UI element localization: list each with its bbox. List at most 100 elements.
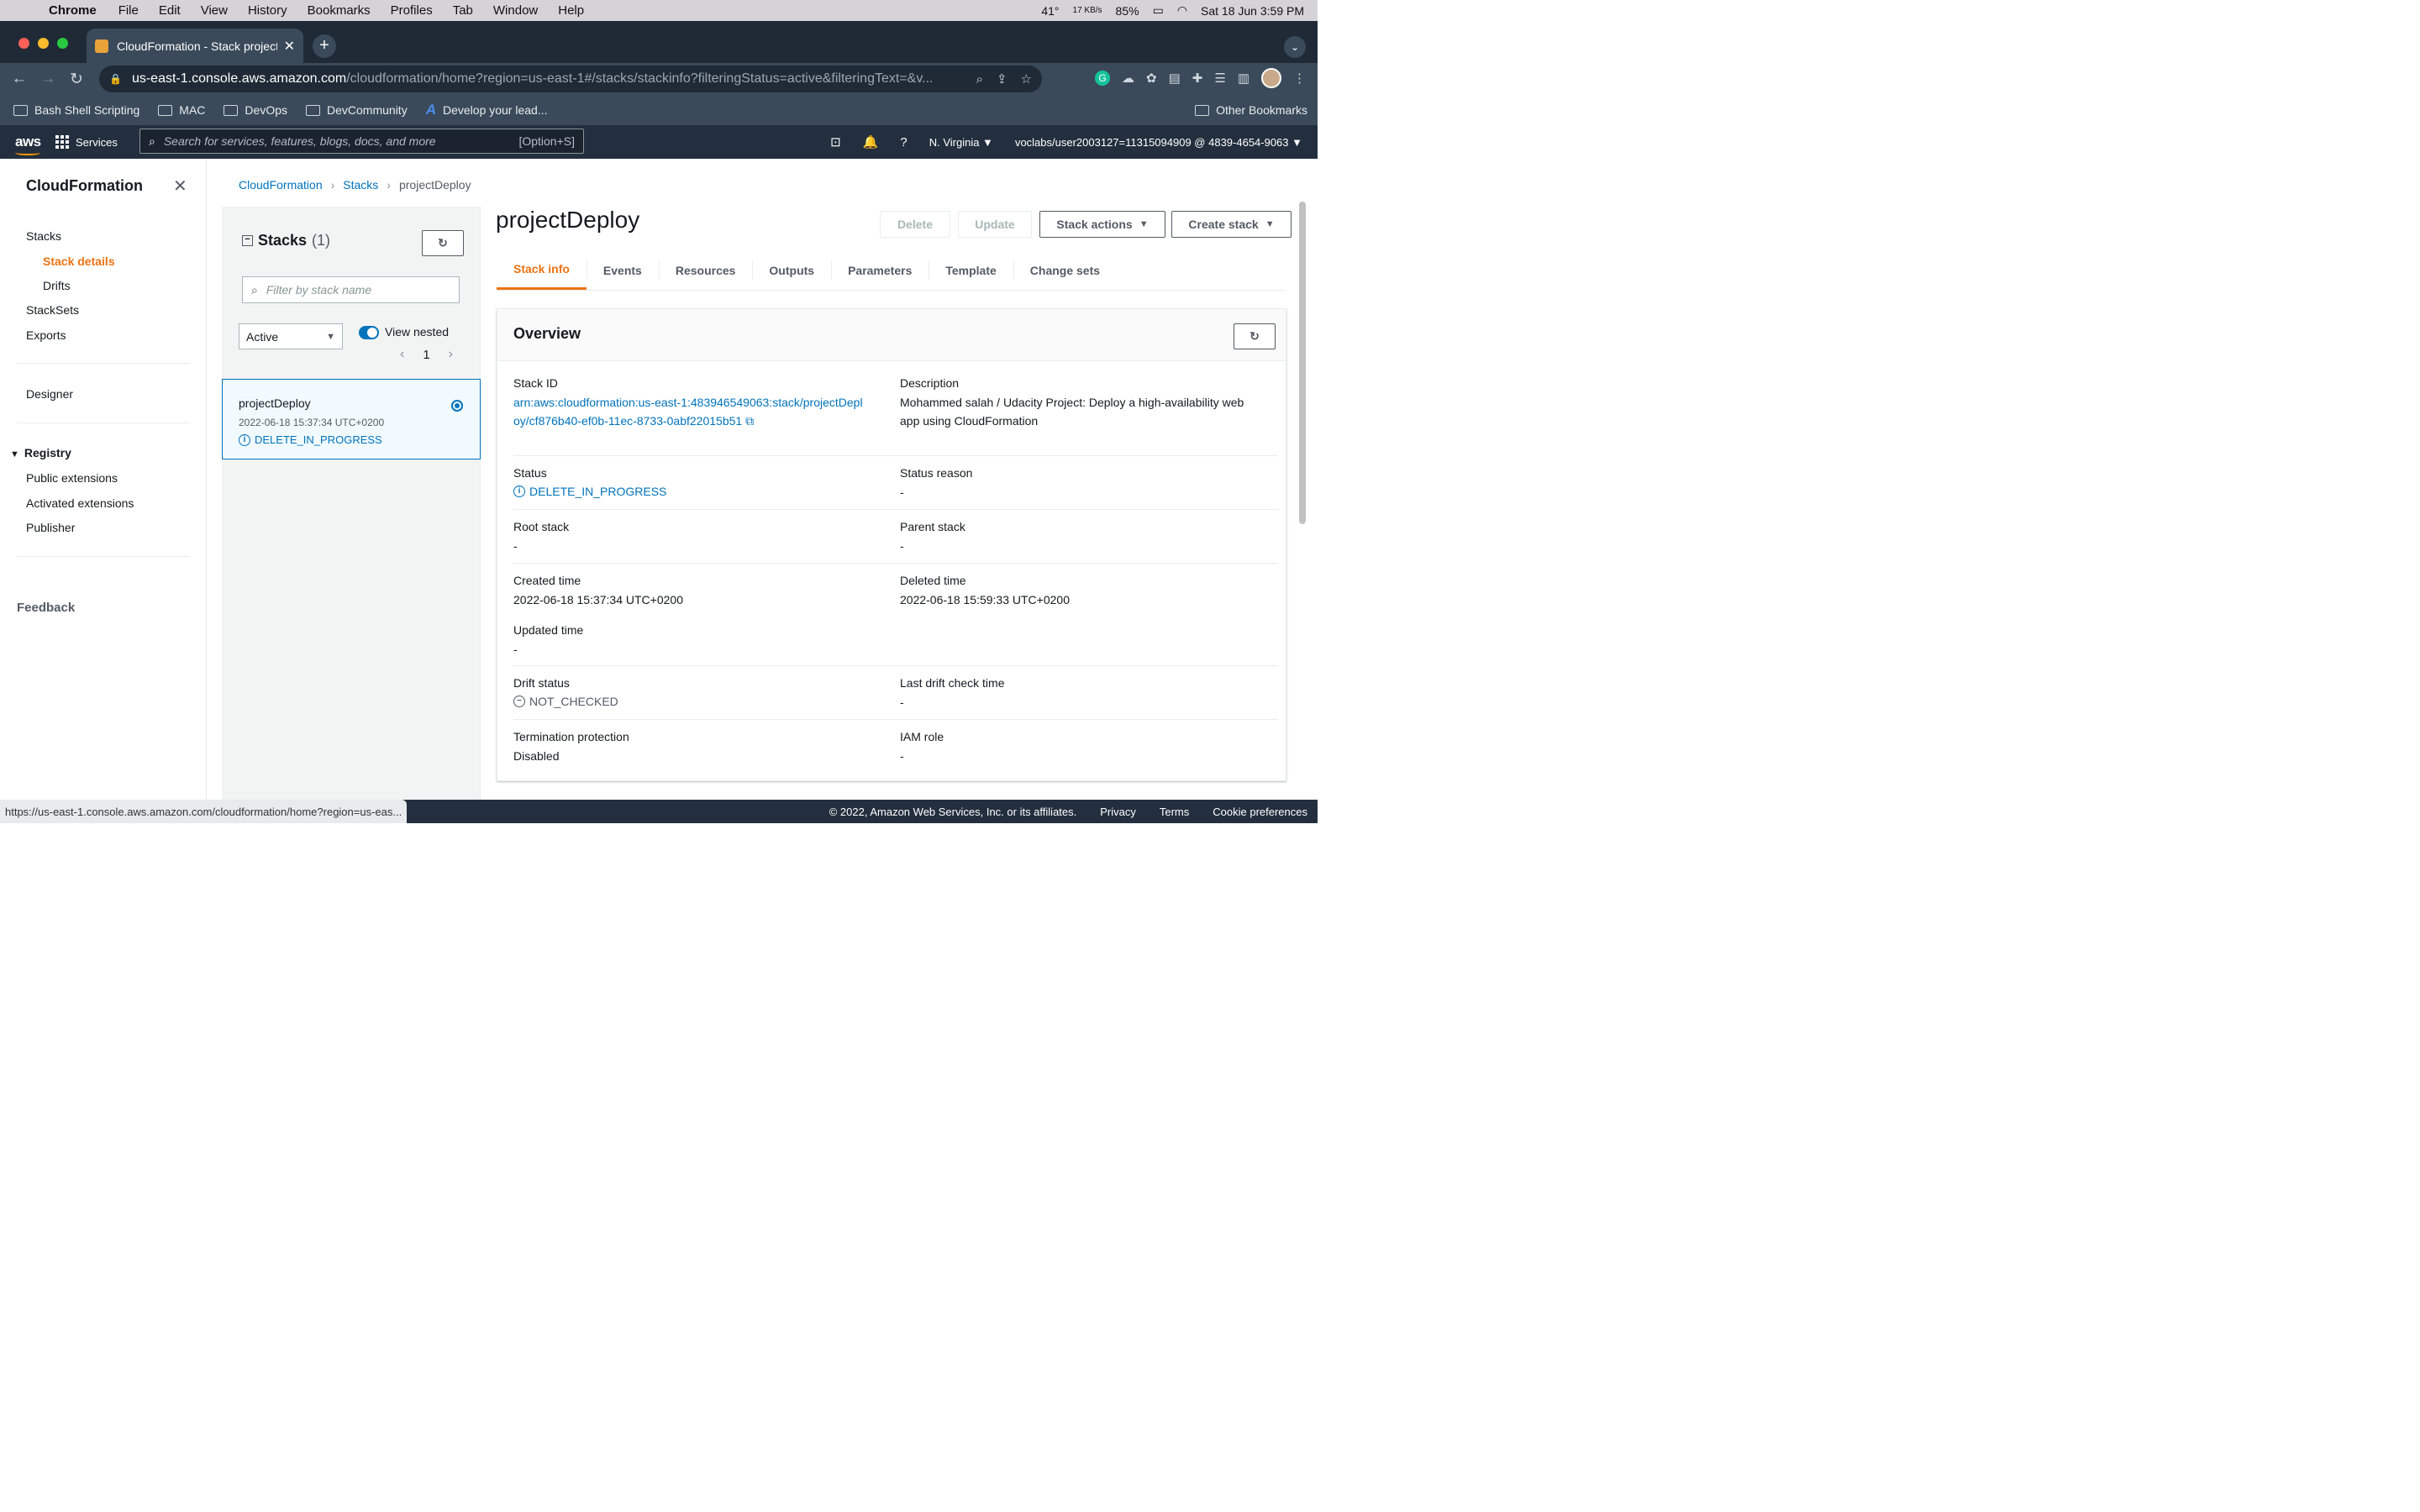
account-menu[interactable]: voclabs/user2003127=11315094909 @ 4839-4… [1015, 136, 1302, 149]
bookmark-devcommunity[interactable]: DevCommunity [306, 103, 408, 117]
extension-paw-icon[interactable]: ✿ [1146, 71, 1157, 86]
tab-stack-info[interactable]: Stack info [497, 250, 587, 290]
chrome-menu-icon[interactable]: ⋮ [1293, 71, 1306, 86]
overview-header: Overview ↻ [497, 309, 1286, 361]
lock-icon[interactable]: 🔒 [109, 73, 122, 85]
stack-actions-button[interactable]: Stack actions ▼ [1039, 211, 1165, 238]
close-icon[interactable]: ✕ [173, 176, 187, 197]
collapse-icon[interactable]: − [242, 235, 253, 246]
bookmark-bash[interactable]: Bash Shell Scripting [13, 103, 139, 117]
breadcrumb-cloudformation[interactable]: CloudFormation [239, 178, 323, 192]
stack-list-item[interactable]: projectDeploy 2022-06-18 15:37:34 UTC+02… [222, 379, 481, 459]
sidebar-item-stack-details[interactable]: Stack details [43, 255, 115, 268]
zoom-window-button[interactable] [57, 38, 68, 49]
tab-events[interactable]: Events [586, 250, 659, 290]
menu-file[interactable]: File [118, 3, 139, 18]
tab-outputs[interactable]: Outputs [752, 250, 831, 290]
stack-id-link[interactable]: arn:aws:cloudformation:us-east-1:4839465… [513, 393, 866, 430]
minimize-window-button[interactable] [38, 38, 49, 49]
stack-radio-selected[interactable] [451, 400, 463, 412]
profile-avatar[interactable] [1261, 68, 1281, 88]
menu-view[interactable]: View [201, 3, 228, 18]
chevron-left-icon[interactable]: ‹ [400, 347, 404, 362]
grid-icon [55, 135, 69, 149]
extension-cloud-icon[interactable]: ☁ [1122, 71, 1134, 86]
region-selector[interactable]: N. Virginia ▼ [929, 136, 993, 149]
new-tab-button[interactable]: + [313, 34, 336, 58]
delete-button[interactable]: Delete [880, 211, 950, 238]
sidebar-item-publisher[interactable]: Publisher [26, 521, 75, 534]
wifi-icon[interactable]: ◠ [1177, 3, 1187, 18]
zoom-icon[interactable]: ⌕ [976, 72, 983, 87]
refresh-overview-button[interactable]: ↻ [1234, 323, 1276, 349]
update-button[interactable]: Update [958, 211, 1032, 238]
tab-template[interactable]: Template [929, 250, 1013, 290]
network-speed[interactable]: 17 KB/s [1073, 6, 1102, 15]
back-arrow-icon[interactable]: ← [5, 70, 34, 88]
forward-arrow-icon[interactable]: → [34, 70, 62, 88]
sidebar-item-stacksets[interactable]: StackSets [26, 303, 79, 317]
bookmark-mac[interactable]: MAC [158, 103, 205, 117]
sidebar-item-stacks[interactable]: Stacks [26, 229, 61, 243]
translate-icon[interactable]: ▤ [1169, 71, 1181, 86]
menu-history[interactable]: History [248, 3, 287, 18]
menu-profiles[interactable]: Profiles [391, 3, 433, 18]
battery-percent[interactable]: 85% [1116, 4, 1139, 18]
notifications-bell-icon[interactable]: 🔔 [863, 134, 879, 150]
menu-app-name[interactable]: Chrome [49, 3, 97, 18]
bookmark-develop[interactable]: A Develop your lead... [426, 102, 548, 118]
menu-tab[interactable]: Tab [453, 3, 473, 18]
sidebar-item-drifts[interactable]: Drifts [43, 279, 71, 292]
tab-parameters[interactable]: Parameters [831, 250, 929, 290]
menu-window[interactable]: Window [493, 3, 538, 18]
updated-time-value: - [513, 643, 518, 656]
bookmark-star-icon[interactable]: ☆ [1021, 71, 1032, 87]
menu-help[interactable]: Help [558, 3, 584, 18]
tab-change-sets[interactable]: Change sets [1013, 250, 1117, 290]
sidebar-item-public-extensions[interactable]: Public extensions [26, 471, 118, 485]
extensions-puzzle-icon[interactable]: ✚ [1192, 71, 1203, 86]
tab-search-button[interactable]: ⌄ [1284, 36, 1306, 58]
chevron-right-icon[interactable]: › [449, 347, 453, 362]
close-tab-icon[interactable]: ✕ [284, 38, 295, 55]
aws-search-input[interactable]: ⌕ Search for services, features, blogs, … [139, 129, 584, 154]
battery-icon[interactable]: ▭ [1153, 3, 1164, 18]
cloudshell-icon[interactable]: ⊡ [830, 134, 841, 150]
cookie-preferences-link[interactable]: Cookie preferences [1213, 806, 1307, 818]
help-icon[interactable]: ? [900, 135, 907, 150]
menu-edit[interactable]: Edit [159, 3, 181, 18]
side-panel-icon[interactable]: ▥ [1238, 71, 1249, 86]
page-number[interactable]: 1 [423, 348, 429, 362]
browser-tab-active[interactable]: CloudFormation - Stack project ✕ [87, 29, 303, 63]
breadcrumb-stacks[interactable]: Stacks [343, 178, 378, 192]
terms-link[interactable]: Terms [1160, 806, 1189, 818]
sidebar-item-activated-extensions[interactable]: Activated extensions [26, 496, 134, 510]
address-bar[interactable]: 🔒 us-east-1.console.aws.amazon.com /clou… [99, 66, 1042, 92]
sidebar-item-designer[interactable]: Designer [26, 387, 73, 401]
view-nested-toggle[interactable] [359, 326, 379, 339]
refresh-stacks-button[interactable]: ↻ [422, 230, 464, 256]
reload-icon[interactable]: ↻ [62, 70, 91, 89]
tab-resources[interactable]: Resources [658, 250, 753, 290]
feedback-link[interactable]: Feedback [17, 601, 75, 615]
temperature-readout[interactable]: 41° [1041, 4, 1059, 18]
close-window-button[interactable] [18, 38, 29, 49]
filter-stack-name-input[interactable]: ⌕ Filter by stack name [242, 276, 460, 303]
datetime[interactable]: Sat 18 Jun 3:59 PM [1201, 4, 1304, 18]
caret-down-icon: ▼ [1139, 219, 1149, 229]
privacy-link[interactable]: Privacy [1100, 806, 1136, 818]
sidebar-item-exports[interactable]: Exports [26, 328, 66, 342]
menu-bookmarks[interactable]: Bookmarks [308, 3, 371, 18]
reading-list-icon[interactable]: ☰ [1214, 71, 1225, 86]
other-bookmarks[interactable]: Other Bookmarks [1195, 103, 1307, 117]
share-icon[interactable]: ⇪ [997, 71, 1007, 87]
sidebar-section-registry[interactable]: ▼ Registry [10, 446, 71, 459]
bookmark-devops[interactable]: DevOps [224, 103, 287, 117]
create-stack-button[interactable]: Create stack ▼ [1171, 211, 1292, 238]
grammarly-icon[interactable]: G [1095, 71, 1111, 86]
aws-logo[interactable]: aws [0, 134, 55, 155]
status-filter-select[interactable]: Active ▼ [239, 323, 343, 349]
services-menu[interactable]: Services [55, 135, 126, 149]
browser-toolbar: ← → ↻ 🔒 us-east-1.console.aws.amazon.com… [0, 63, 1318, 95]
page-scrollbar[interactable] [1299, 202, 1306, 524]
